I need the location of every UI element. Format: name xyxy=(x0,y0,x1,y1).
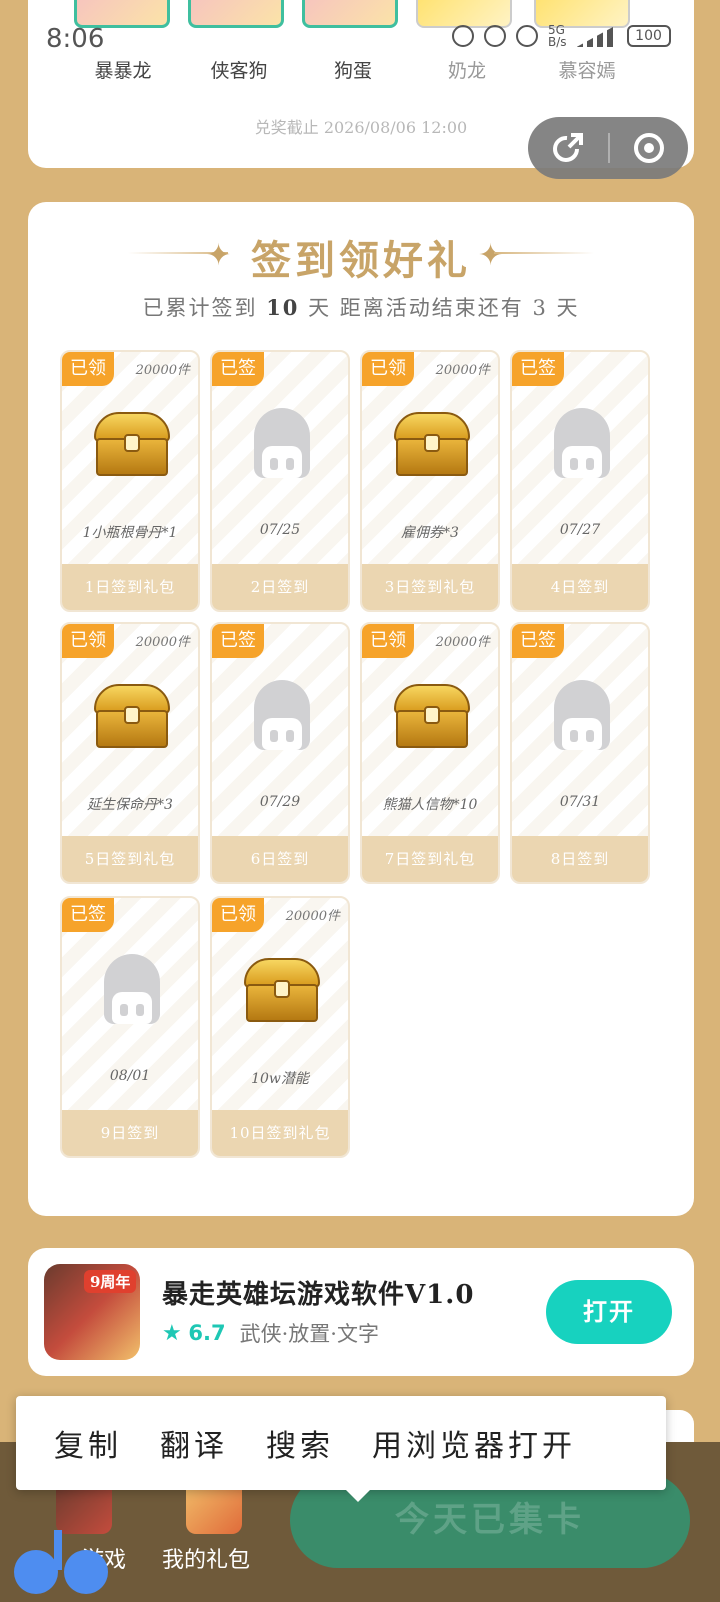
tile-day-footer: 1日签到礼包 xyxy=(62,564,198,610)
tile-day-footer: 9日签到 xyxy=(62,1110,198,1156)
placeholder-avatar-icon xyxy=(90,954,174,1030)
treasure-chest-icon xyxy=(90,680,174,756)
app-icon[interactable]: 9周年 xyxy=(44,1264,140,1360)
checkin-tile[interactable]: 已领 20000件 10w潜能 10日签到礼包 xyxy=(210,896,350,1158)
rating: ★ 6.7 xyxy=(162,1320,226,1346)
bluetooth-icon xyxy=(516,25,538,47)
tile-label: 07/27 xyxy=(559,522,601,538)
menu-open-in-browser[interactable]: 用浏览器打开 xyxy=(334,1421,576,1465)
tile-status-tag: 已领 xyxy=(62,624,114,658)
menu-translate[interactable]: 翻译 xyxy=(122,1421,228,1465)
treasure-chest-icon xyxy=(390,680,474,756)
tile-stock-count: 20000件 xyxy=(435,635,490,650)
placeholder-avatar-icon xyxy=(240,408,324,484)
signal-icon xyxy=(576,25,617,47)
tile-stock-count: 20000件 xyxy=(435,363,490,378)
checkin-title: 签到领好礼 xyxy=(251,237,471,284)
character-name: 狗蛋 xyxy=(333,60,372,82)
checkin-tile[interactable]: 已签 07/29 6日签到 xyxy=(210,622,350,884)
tile-label: 熊猫人信物*10 xyxy=(382,797,478,813)
tile-stock-count: 20000件 xyxy=(135,635,190,650)
network-speed: 5G B/s xyxy=(548,23,567,49)
tile-status-tag: 已签 xyxy=(512,624,564,658)
character-name: 慕容嫣 xyxy=(558,60,616,82)
checkin-tile[interactable]: 已领 20000件 1小瓶根骨丹*1 1日签到礼包 xyxy=(60,350,200,612)
tile-day-footer: 6日签到 xyxy=(212,836,348,882)
tile-day-footer: 7日签到礼包 xyxy=(362,836,498,882)
sparkle-icon: ✦ xyxy=(478,238,504,273)
tile-label: 07/29 xyxy=(259,794,301,810)
tile-day-footer: 2日签到 xyxy=(212,564,348,610)
app-card[interactable]: 9周年 暴走英雄坛游戏软件V1.0 ★ 6.7 武侠·放置·文字 打开 xyxy=(28,1248,694,1376)
tile-label: 雇佣券*3 xyxy=(401,525,459,541)
tile-status-tag: 已签 xyxy=(512,352,564,386)
tile-label: 10w潜能 xyxy=(251,1071,309,1087)
app-name: 暴走英雄坛游戏软件V1.0 xyxy=(162,1280,475,1310)
tile-status-tag: 已签 xyxy=(212,624,264,658)
checkin-tile[interactable]: 已领 20000件熊猫人信物*10 7日签到礼包 xyxy=(360,622,500,884)
tile-day-footer: 8日签到 xyxy=(512,836,648,882)
notification-icon xyxy=(452,25,474,47)
card-edge xyxy=(666,1410,694,1444)
status-time: 8:06 xyxy=(46,24,105,54)
menu-copy[interactable]: 复制 xyxy=(16,1421,122,1465)
tile-label: 延生保命丹*3 xyxy=(87,797,173,813)
treasure-chest-icon xyxy=(90,408,174,484)
checkin-tile[interactable]: 已签 08/01 9日签到 xyxy=(60,896,200,1158)
share-button[interactable] xyxy=(528,117,608,179)
treasure-chest-icon xyxy=(240,954,324,1030)
tile-label: 1小瓶根骨丹*1 xyxy=(82,525,178,541)
share-icon xyxy=(553,133,583,162)
menu-search[interactable]: 搜索 xyxy=(228,1421,334,1465)
target-icon xyxy=(634,133,664,163)
tile-day-footer: 10日签到礼包 xyxy=(212,1110,348,1156)
mute-icon xyxy=(484,25,506,47)
checkin-tile[interactable]: 已签 07/31 8日签到 xyxy=(510,622,650,884)
tile-status-tag: 已领 xyxy=(212,898,264,932)
anniversary-badge: 9周年 xyxy=(84,1270,137,1293)
tile-status-tag: 已领 xyxy=(362,624,414,658)
checkin-tile[interactable]: 已签 07/25 2日签到 xyxy=(210,350,350,612)
tile-status-tag: 已领 xyxy=(362,352,414,386)
title-line-right xyxy=(494,252,594,254)
checkin-tile[interactable]: 已签 07/27 4日签到 xyxy=(510,350,650,612)
my-gifts-label[interactable]: 我的礼包 xyxy=(162,1542,250,1574)
app-tags: 武侠·放置·文字 xyxy=(239,1322,379,1346)
checkin-card: ✦ 签到领好礼 ✦ 已累计签到 10 天 距离活动结束还有 3 天 已领 2000… xyxy=(28,202,694,1216)
character-name: 暴暴龙 xyxy=(94,60,152,82)
tile-label: 08/01 xyxy=(109,1068,151,1084)
open-button[interactable]: 打开 xyxy=(546,1280,672,1344)
placeholder-avatar-icon xyxy=(540,408,624,484)
checkin-tile[interactable]: 已领 20000件延生保命丹*3 5日签到礼包 xyxy=(60,622,200,884)
tile-day-footer: 3日签到礼包 xyxy=(362,564,498,610)
miniapp-capsule xyxy=(528,117,688,179)
status-bar: 8:06 5G B/s 100 xyxy=(0,18,720,58)
tile-stock-count: 20000件 xyxy=(285,909,340,924)
placeholder-avatar-icon xyxy=(240,680,324,756)
placeholder-avatar-icon xyxy=(540,680,624,756)
checkin-summary: 已累计签到 10 天 距离活动结束还有 3 天 xyxy=(142,295,580,320)
status-icons: 5G B/s 100 xyxy=(452,24,671,48)
battery-icon: 100 xyxy=(626,25,671,47)
text-context-menu: 复制 翻译 搜索 用浏览器打开 xyxy=(16,1396,666,1502)
tile-stock-count: 20000件 xyxy=(135,363,190,378)
checkin-tile[interactable]: 已领 20000件雇佣券*3 3日签到礼包 xyxy=(360,350,500,612)
tile-label: 07/25 xyxy=(259,522,301,538)
tile-status-tag: 已领 xyxy=(62,352,114,386)
tile-status-tag: 已签 xyxy=(62,898,114,932)
music-note-icon[interactable] xyxy=(14,1530,112,1594)
app-meta: ★ 6.7 武侠·放置·文字 xyxy=(162,1318,379,1348)
tile-status-tag: 已签 xyxy=(212,352,264,386)
star-icon: ★ xyxy=(162,1320,182,1346)
character-name: 侠客狗 xyxy=(210,60,268,82)
character-name: 奶龙 xyxy=(447,60,486,82)
close-miniapp-button[interactable] xyxy=(610,117,688,179)
tile-label: 07/31 xyxy=(559,794,601,810)
treasure-chest-icon xyxy=(390,408,474,484)
tile-day-footer: 4日签到 xyxy=(512,564,648,610)
tile-day-footer: 5日签到礼包 xyxy=(62,836,198,882)
